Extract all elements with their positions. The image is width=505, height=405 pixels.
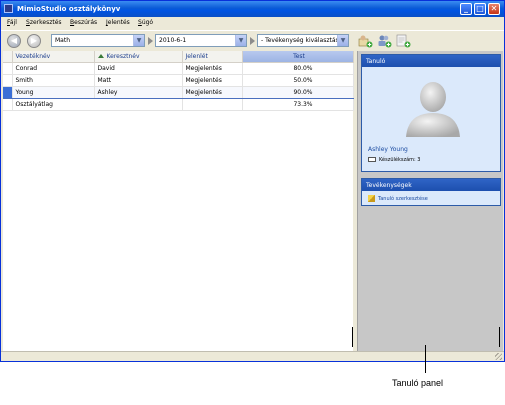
chevron-down-icon[interactable]: ▼ (133, 35, 144, 46)
table-row[interactable]: Conrad David Megjelentés 80.0% (3, 62, 354, 75)
cell-last-name[interactable]: Conrad (12, 62, 95, 75)
menu-file[interactable]: Fájl (7, 19, 17, 26)
date-select[interactable]: 2010-6-1 ▼ (155, 34, 247, 47)
cell-attendance (182, 98, 243, 111)
maximize-button[interactable]: □ (474, 3, 486, 15)
chevron-down-icon[interactable]: ▼ (337, 35, 348, 46)
device-row: Készülékszám: 3 (368, 157, 420, 163)
column-header-attendance[interactable]: Jelenlét (182, 51, 243, 63)
chevron-down-icon[interactable]: ▼ (235, 35, 246, 46)
callout-line (425, 345, 426, 373)
menu-help[interactable]: Súgó (138, 19, 153, 26)
avatar (406, 82, 460, 137)
classbook-window: MimioStudio osztálykönyv _ □ ✕ Fájl Szer… (0, 0, 505, 362)
title-bar[interactable]: MimioStudio osztálykönyv _ □ ✕ (1, 1, 504, 17)
menu-insert[interactable]: Beszúrás (70, 19, 97, 26)
cell-last-name[interactable]: Smith (12, 74, 95, 87)
activity-select-value: - Tevékenység kiválasztása - (261, 37, 347, 44)
cell-attendance[interactable]: Megjelentés (182, 62, 243, 75)
cell-last-name[interactable]: Young (12, 85, 95, 99)
callout-bracket-left (352, 327, 353, 347)
sort-ascending-icon (97, 53, 104, 58)
cell-test-score[interactable]: 50.0% (242, 74, 354, 87)
date-select-value: 2010-6-1 (159, 37, 187, 44)
window-title: MimioStudio osztálykönyv (17, 5, 121, 13)
row-header-corner (3, 51, 13, 63)
add-group-icon[interactable] (377, 34, 392, 48)
cell-test-score[interactable]: 90.0% (242, 85, 354, 99)
class-average-label: Osztályátlag (12, 98, 183, 111)
cell-first-name[interactable]: Matt (94, 74, 183, 87)
separator-arrow-icon (250, 37, 255, 45)
cell-first-name[interactable]: Ashley (94, 85, 183, 99)
class-average-row: Osztályátlag 73.3% (3, 98, 354, 111)
activities-card: Tevékenységek Tanuló szerkesztése (361, 178, 501, 206)
back-icon[interactable]: ◀ (7, 34, 21, 48)
cell-test-score[interactable]: 80.0% (242, 62, 354, 75)
minimize-button[interactable]: _ (460, 3, 472, 15)
close-button[interactable]: ✕ (488, 3, 500, 15)
column-header-last-name[interactable]: Vezetéknév (12, 51, 95, 63)
add-student-icon[interactable] (358, 34, 373, 48)
column-header-first-name[interactable]: Keresztnév (94, 51, 183, 63)
edit-student-link[interactable]: Tanuló szerkesztése (368, 195, 428, 202)
class-select[interactable]: Math ▼ (51, 34, 145, 47)
column-header-test[interactable]: Test (242, 51, 354, 63)
menu-report[interactable]: Jelentés (106, 19, 130, 26)
toolbar: ◀ ▶ Math ▼ 2010-6-1 ▼ - Tevékenység kivá… (1, 30, 504, 50)
add-activity-icon[interactable] (396, 34, 411, 48)
callout-bracket-right (499, 327, 500, 347)
separator-arrow-icon (148, 37, 153, 45)
status-bar (1, 351, 504, 361)
edit-student-label: Tanuló szerkesztése (378, 196, 428, 202)
grade-table: Vezetéknév Keresztnév Jelenlét Test Conr… (3, 51, 354, 111)
student-card: Tanuló Ashley Young Készülékszám: 3 (361, 54, 501, 172)
column-header-first-name-label: Keresztnév (106, 52, 140, 60)
table-row-selected[interactable]: Young Ashley Megjelentés 90.0% (3, 85, 354, 99)
resize-grip-icon[interactable] (495, 353, 502, 360)
row-selector[interactable] (3, 62, 13, 75)
callout-label: Tanuló panel (392, 378, 444, 388)
student-panel: Tanuló Ashley Young Készülékszám: 3 Tevé… (357, 51, 503, 351)
row-selector[interactable] (3, 74, 13, 87)
student-name[interactable]: Ashley Young (368, 146, 408, 153)
activity-select[interactable]: - Tevékenység kiválasztása - ▼ (257, 34, 349, 47)
cell-attendance[interactable]: Megjelentés (182, 74, 243, 87)
grade-table-area: Vezetéknév Keresztnév Jelenlét Test Conr… (3, 51, 354, 351)
app-icon (4, 4, 13, 13)
forward-icon[interactable]: ▶ (27, 34, 41, 48)
menu-bar: Fájl Szerkesztés Beszúrás Jelentés Súgó (1, 17, 504, 29)
student-card-header: Tanuló (362, 55, 500, 67)
row-selector[interactable] (3, 85, 13, 99)
class-select-value: Math (55, 37, 71, 44)
cell-attendance[interactable]: Megjelentés (182, 85, 243, 99)
activities-card-header: Tevékenységek (362, 179, 500, 191)
row-selector (3, 98, 13, 111)
device-icon (368, 157, 376, 162)
class-average-score: 73.3% (242, 98, 354, 111)
cell-first-name[interactable]: David (94, 62, 183, 75)
pencil-icon (368, 195, 375, 202)
menu-edit[interactable]: Szerkesztés (26, 19, 62, 26)
device-label: Készülékszám: 3 (379, 157, 421, 163)
table-row[interactable]: Smith Matt Megjelentés 50.0% (3, 74, 354, 87)
